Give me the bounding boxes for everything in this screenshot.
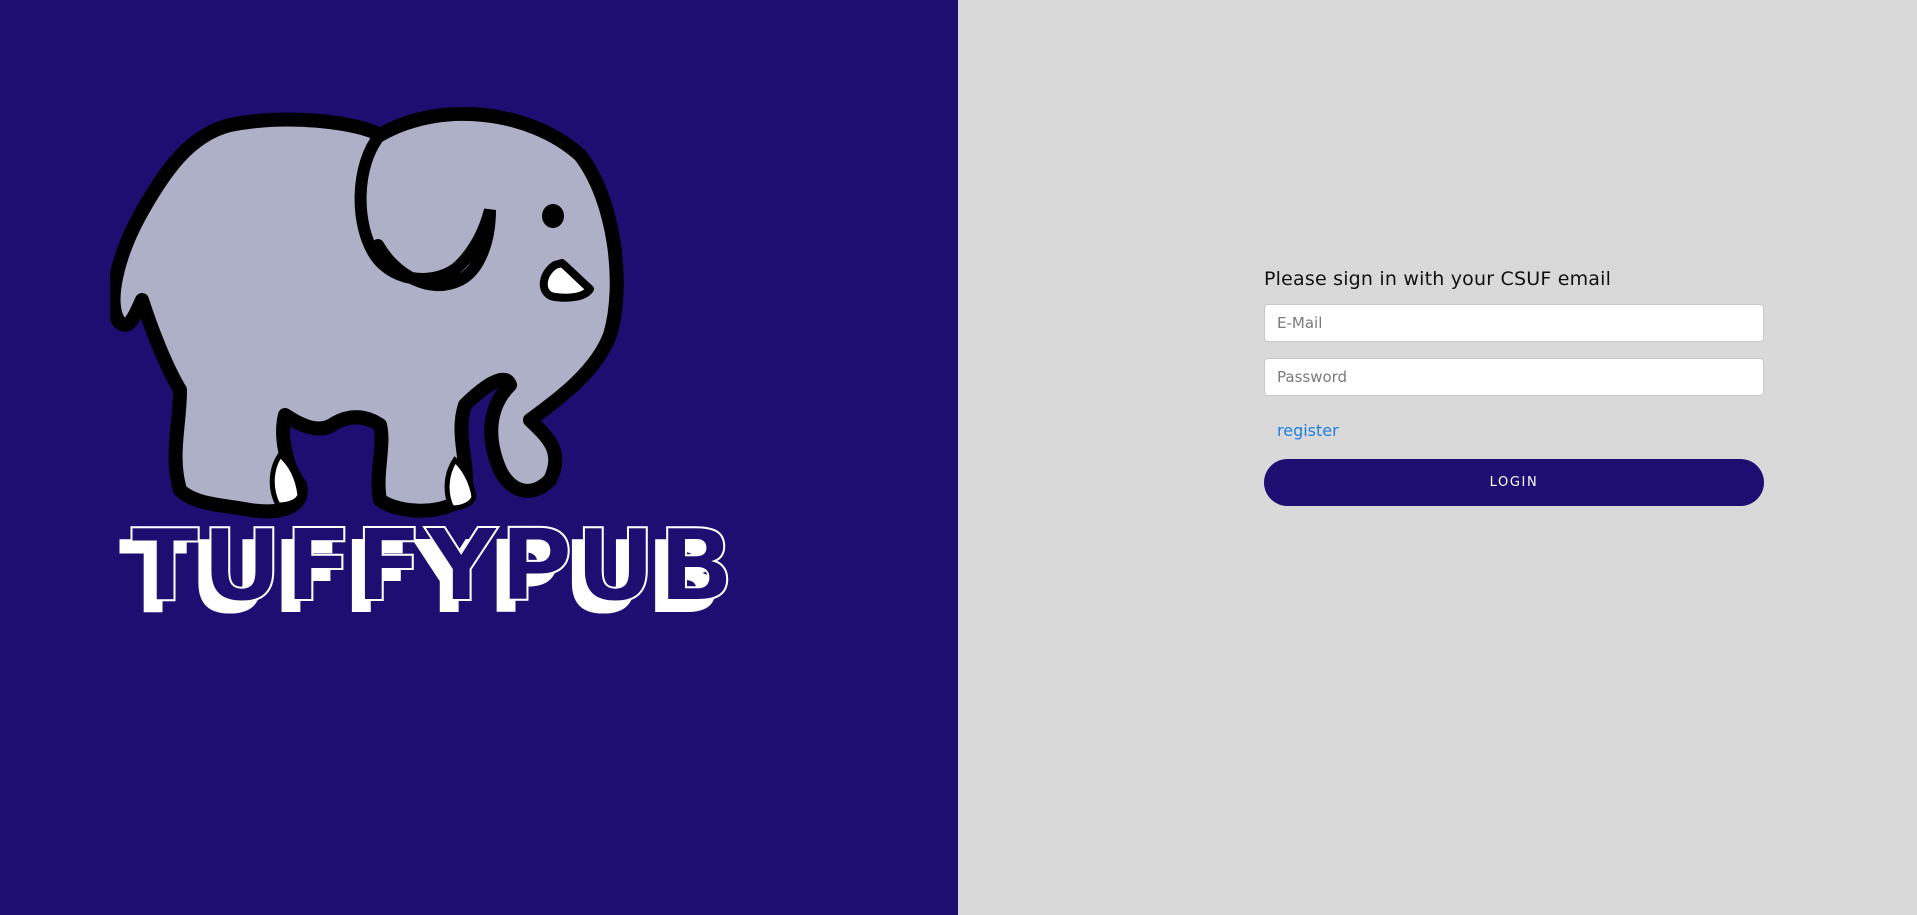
password-input[interactable] [1264, 358, 1764, 396]
elephant-icon [110, 107, 624, 519]
login-page: TUFFYPUB TUFFYPUB Please sign in with yo… [0, 0, 1917, 915]
login-button[interactable]: LOGIN [1264, 459, 1764, 506]
brand-panel: TUFFYPUB TUFFYPUB [0, 0, 958, 915]
form-title: Please sign in with your CSUF email [1264, 268, 1612, 290]
tuffypub-wordmark: TUFFYPUB TUFFYPUB [119, 520, 736, 630]
svg-text:TUFFYPUB: TUFFYPUB [131, 520, 736, 624]
email-input[interactable] [1264, 304, 1764, 342]
register-link[interactable]: register [1277, 420, 1339, 442]
login-form: Please sign in with your CSUF email regi… [1264, 266, 1764, 506]
